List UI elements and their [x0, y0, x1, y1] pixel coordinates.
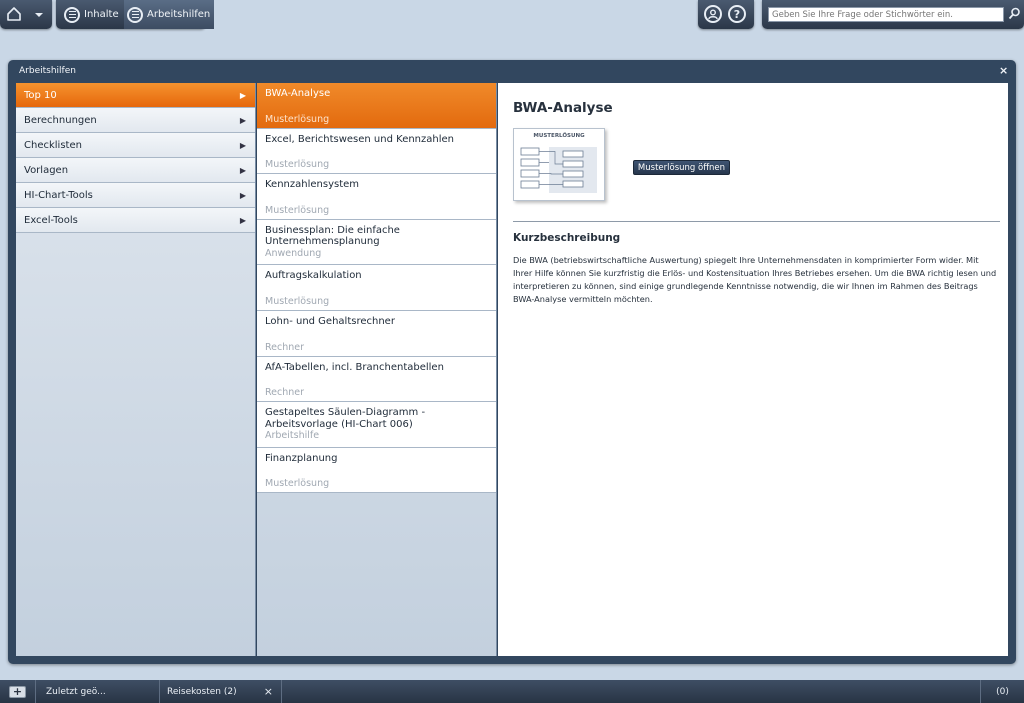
search-input[interactable] — [768, 7, 1004, 22]
item-title: Excel, Berichtswesen und Kennzahlen — [265, 133, 454, 145]
list-icon — [64, 6, 80, 23]
close-icon[interactable]: × — [264, 685, 273, 698]
item-title: Lohn- und Gehaltsrechner — [265, 315, 395, 327]
list-item[interactable]: Finanzplanung Musterlösung — [257, 447, 496, 494]
section-heading: Kurzbeschreibung — [513, 232, 621, 244]
top-bar: Inhalte Arbeitshilfen ? — [0, 0, 1024, 30]
list-item[interactable]: Kennzahlensystem Musterlösung — [257, 174, 496, 220]
arbeitshilfen-panel: Arbeitshilfen × Top 10 ▶ Berechnungen ▶ … — [8, 60, 1016, 664]
item-type: Rechner — [265, 387, 305, 399]
item-type: Musterlösung — [265, 295, 330, 307]
chevron-right-icon: ▶ — [239, 216, 246, 225]
item-title: Businessplan: Die einfache Unternehmensp… — [265, 224, 400, 248]
category-vorlagen[interactable]: Vorlagen ▶ — [16, 158, 255, 183]
category-label: HI-Chart-Tools — [24, 189, 93, 201]
chevron-right-icon: ▶ — [239, 91, 246, 100]
add-icon: + — [9, 685, 26, 698]
category-checklisten[interactable]: Checklisten ▶ — [16, 133, 255, 158]
category-top-10[interactable]: Top 10 ▶ — [16, 83, 255, 108]
help-icon[interactable]: ? — [728, 5, 746, 23]
category-label: Top 10 — [24, 89, 57, 101]
open-musterloesung-button[interactable]: Musterlösung öffnen — [633, 160, 730, 175]
detail-pane: BWA-Analyse MUSTERLÖSUNG Musterlösung öf… — [498, 83, 1008, 656]
item-type: Musterlösung — [265, 113, 330, 125]
user-icon[interactable] — [704, 5, 722, 23]
count-label: (0) — [996, 686, 1009, 697]
diagram-icon — [520, 147, 597, 193]
detail-title: BWA-Analyse — [513, 100, 613, 116]
chevron-down-icon[interactable] — [35, 13, 43, 17]
category-label: Berechnungen — [24, 114, 97, 126]
thumbnail-label: MUSTERLÖSUNG — [533, 133, 585, 139]
item-type: Musterlösung — [265, 478, 330, 490]
list-item[interactable]: Businessplan: Die einfache Unternehmensp… — [257, 219, 496, 266]
chevron-right-icon: ▶ — [239, 141, 246, 150]
list-item[interactable]: Lohn- und Gehaltsrechner Rechner — [257, 310, 496, 357]
list-item[interactable]: Auftragskalkulation Musterlösung — [257, 265, 496, 311]
category-label: Vorlagen — [24, 164, 69, 176]
item-title: Finanzplanung — [265, 452, 338, 464]
chevron-right-icon: ▶ — [239, 166, 246, 175]
category-excel-tools[interactable]: Excel-Tools ▶ — [16, 208, 255, 233]
nav-inhalte[interactable]: Inhalte — [64, 0, 119, 29]
item-title: BWA-Analyse — [265, 88, 331, 99]
item-title: Auftragskalkulation — [265, 270, 362, 282]
notification-count[interactable]: (0) — [980, 680, 1024, 703]
search-icon[interactable] — [1008, 7, 1021, 20]
item-list: BWA-Analyse Musterlösung Excel, Berichts… — [257, 83, 497, 656]
list-item[interactable]: Excel, Berichtswesen und Kennzahlen Must… — [257, 128, 496, 175]
list-item[interactable]: AfA-Tabellen, incl. Branchentabellen Rec… — [257, 356, 496, 403]
add-tab-button[interactable]: + — [0, 680, 36, 703]
tab-reisekosten[interactable]: Reisekosten (2) × — [160, 680, 282, 703]
nav-arbeitshilfen-label: Arbeitshilfen — [147, 9, 211, 20]
nav-inhalte-label: Inhalte — [84, 9, 119, 20]
list-icon — [127, 6, 143, 23]
recent-button[interactable]: Zuletzt geö... — [36, 680, 160, 703]
home-menu[interactable] — [0, 0, 52, 29]
tab-label: Reisekosten (2) — [167, 686, 237, 697]
chevron-right-icon: ▶ — [239, 191, 246, 200]
close-icon[interactable]: × — [999, 64, 1008, 77]
category-list: Top 10 ▶ Berechnungen ▶ Checklisten ▶ Vo… — [16, 83, 256, 656]
item-type: Arbeitshilfe — [265, 430, 320, 442]
list-item[interactable]: Gestapeltes Säulen-Diagramm - Arbeitsvor… — [257, 402, 496, 448]
chevron-right-icon: ▶ — [239, 116, 246, 125]
nav-arbeitshilfen[interactable]: Arbeitshilfen — [124, 0, 215, 29]
item-title: Kennzahlensystem — [265, 179, 360, 191]
divider — [513, 221, 1000, 222]
item-type: Anwendung — [265, 247, 322, 259]
category-berechnungen[interactable]: Berechnungen ▶ — [16, 108, 255, 133]
recent-label: Zuletzt geö... — [46, 686, 106, 697]
bottom-bar: + Zuletzt geö... Reisekosten (2) × (0) — [0, 680, 1024, 703]
item-type: Musterlösung — [265, 204, 330, 216]
section-text: Die BWA (betriebswirtschaftliche Auswert… — [513, 255, 997, 304]
category-label: Checklisten — [24, 139, 82, 151]
item-type: Rechner — [265, 341, 305, 353]
category-hi-chart-tools[interactable]: HI-Chart-Tools ▶ — [16, 183, 255, 208]
category-label: Excel-Tools — [24, 214, 78, 226]
list-item[interactable]: BWA-Analyse Musterlösung — [257, 83, 496, 129]
item-title: Gestapeltes Säulen-Diagramm - Arbeitsvor… — [265, 407, 426, 430]
home-icon[interactable] — [6, 6, 22, 22]
panel-title: Arbeitshilfen — [19, 66, 76, 76]
musterloesung-thumbnail[interactable]: MUSTERLÖSUNG — [513, 128, 605, 201]
item-type: Musterlösung — [265, 159, 330, 171]
item-title: AfA-Tabellen, incl. Branchentabellen — [265, 361, 444, 373]
